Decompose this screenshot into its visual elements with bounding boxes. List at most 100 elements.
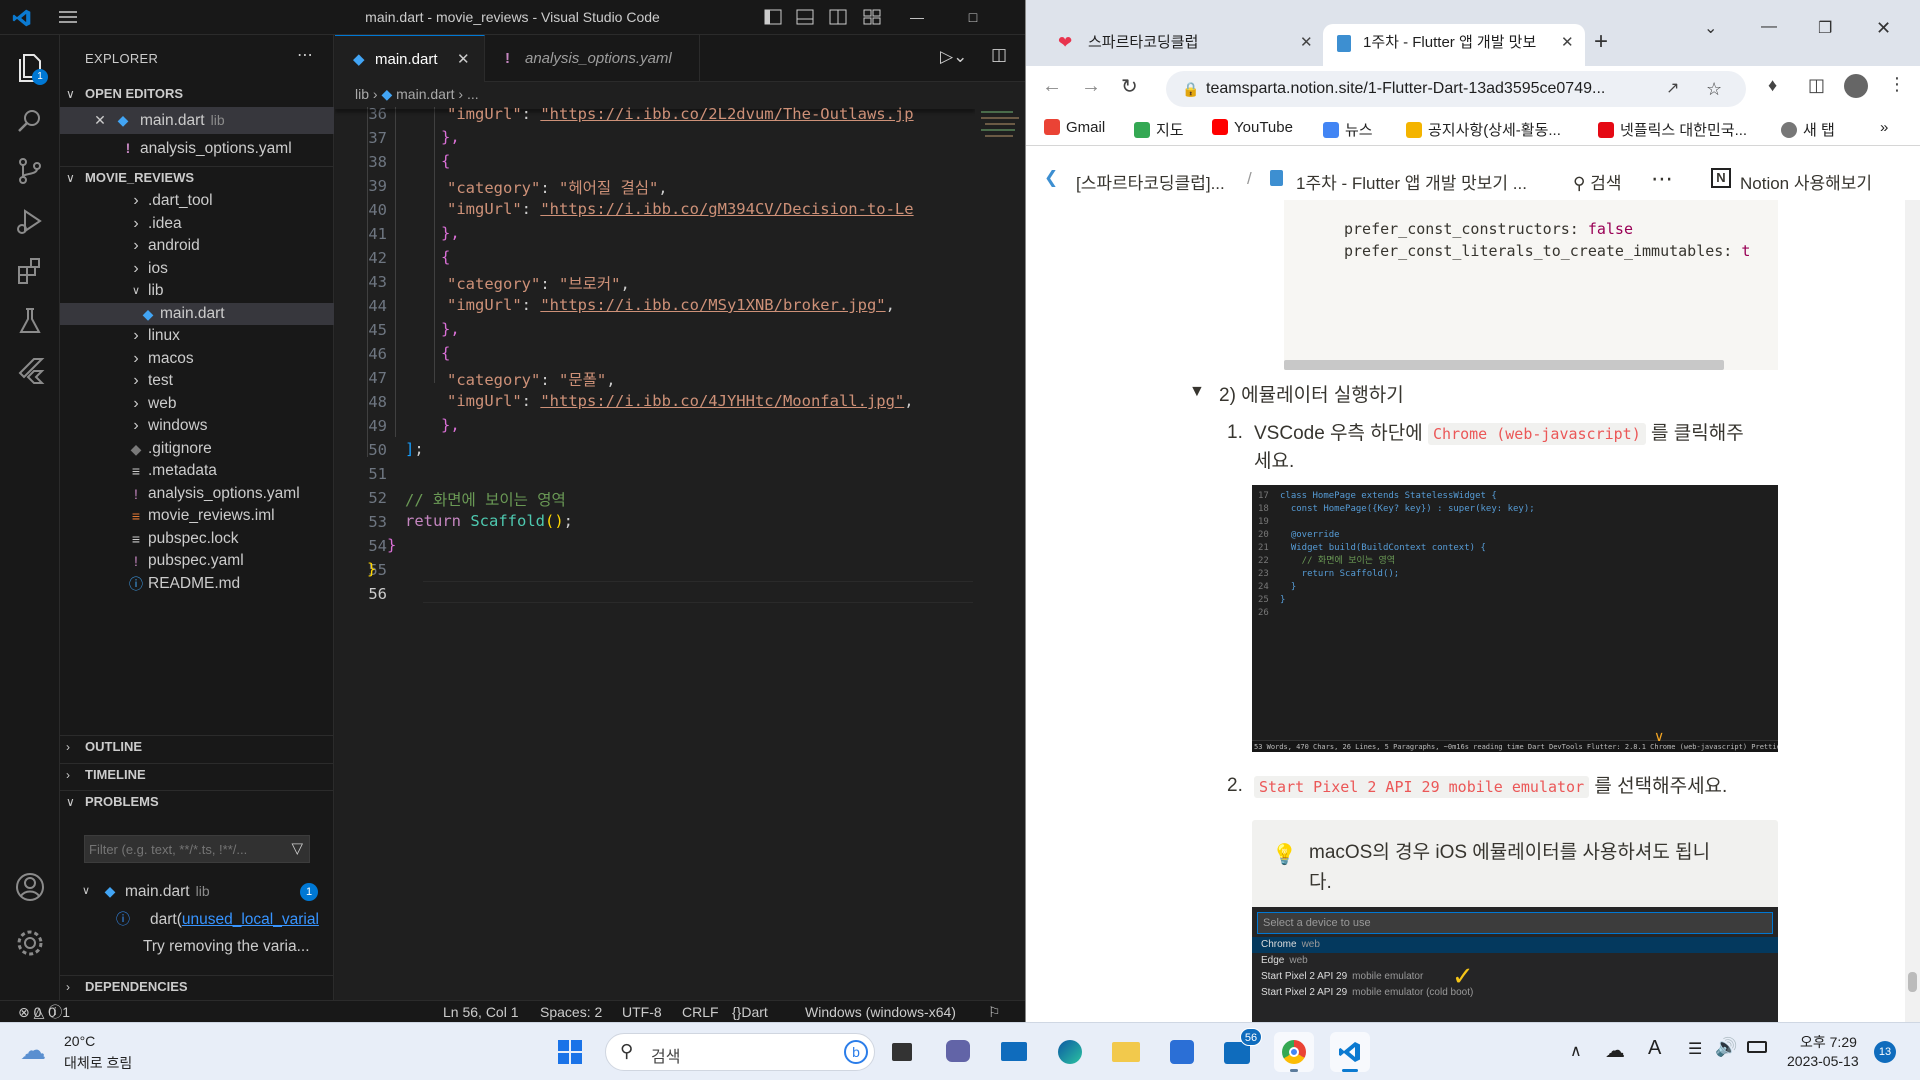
toggle-triangle-icon[interactable]: ▼ [1189,383,1205,401]
more-options-icon[interactable]: ⋯ [1651,166,1673,192]
more-actions-icon[interactable]: ⋯ [297,45,313,65]
timeline-section[interactable]: › TIMELINE [60,763,334,785]
weather-temp[interactable]: 20°C [64,1033,95,1049]
problem-file-row[interactable]: ∨ ◆ main.dart lib 1 [60,878,334,905]
folder-item[interactable]: › linux [60,325,334,347]
problem-item[interactable]: ⓘ dart(unused_local_varial [60,906,334,933]
minimap[interactable] [977,107,1025,1000]
problems-filter-input[interactable] [89,839,279,859]
more-bookmarks-icon[interactable]: » [1880,119,1888,136]
problem-code-link[interactable]: unused_local_varial [182,911,319,928]
run-icon[interactable]: ▷⌄ [940,47,967,67]
forward-icon[interactable]: → [1081,75,1101,98]
file-item[interactable]: ◆ main.dart [60,302,334,325]
encoding-status[interactable]: UTF-8 [622,1001,662,1023]
share-icon[interactable]: ↗ [1666,71,1679,107]
folder-item[interactable]: › ios [60,258,334,280]
scrollbar-thumb[interactable] [1908,972,1917,992]
close-icon[interactable]: ✕ [457,36,470,83]
notifications-icon[interactable]: ⚐ [988,1001,1001,1023]
ime-icon[interactable]: A [1648,1037,1661,1060]
file-item[interactable]: ≡ movie_reviews.iml [60,505,334,527]
testing-activity[interactable] [12,303,48,339]
close-tab-icon[interactable]: ✕ [1561,24,1574,62]
split-editor-icon[interactable]: ◫ [991,45,1007,65]
breadcrumb-item[interactable]: lib [355,86,369,102]
notification-count-badge[interactable]: 13 [1874,1041,1896,1063]
edge-button[interactable] [1050,1032,1090,1072]
open-editors-section[interactable]: ∨ OPEN EDITORS [60,83,334,105]
bookmark-news[interactable]: 뉴스 [1323,119,1373,140]
bookmark-maps[interactable]: 지도 [1134,119,1184,140]
manage-activity[interactable] [12,925,48,961]
file-item[interactable]: ≡ .metadata [60,460,334,482]
file-item[interactable]: ⓘ README.md [60,573,334,595]
try-notion-button[interactable]: Notion 사용해보기 [1740,169,1872,194]
horizontal-scrollbar[interactable] [1284,360,1724,370]
folder-item[interactable]: › .idea [60,213,334,235]
back-icon[interactable]: ← [1042,75,1062,98]
breadcrumb-item[interactable]: main.dart [396,86,454,102]
vscode-taskbar-button[interactable] [1330,1032,1370,1072]
minimize-icon[interactable]: — [1761,18,1777,36]
side-panel-icon[interactable]: ◫ [1808,75,1825,96]
page-scrollbar[interactable] [1905,200,1920,1022]
eol-status[interactable]: CRLF [682,1001,719,1023]
file-item[interactable]: ! pubspec.yaml [60,550,334,572]
problems-section[interactable]: ∨ PROBLEMS [60,790,334,812]
folder-item[interactable]: › android [60,235,334,257]
tab-main-dart[interactable]: ◆ main.dart ✕ [335,35,485,82]
restore-icon[interactable]: ❐ [1818,18,1832,38]
extensions-icon[interactable]: ♦ [1768,75,1777,96]
cursor-position[interactable]: Ln 56, Col 1 [443,1001,519,1023]
notion-breadcrumb-item[interactable]: 1주차 - Flutter 앱 개발 맛보기 ... [1296,169,1527,194]
code-editor[interactable]: 36 37 38 39 40 41 42 43 44 45 46 47 48 49 50 51 52 53 54 55… [335,107,975,1000]
device-status[interactable]: Windows (windows-x64) [805,1001,956,1023]
folder-item[interactable]: ∨ lib [60,280,334,302]
store-button[interactable] [1162,1032,1202,1072]
bookmark-youtube[interactable]: YouTube [1212,119,1293,136]
start-button[interactable] [550,1032,590,1072]
clock-date[interactable]: 2023-05-13 [1787,1053,1859,1069]
indentation-status[interactable]: Spaces: 2 [540,1001,602,1023]
maximize-icon[interactable]: □ [958,6,988,28]
address-bar[interactable]: 🔒 teamsparta.notion.site/1-Flutter-Dart-… [1166,71,1746,107]
mail-button[interactable] [994,1032,1034,1072]
minimize-icon[interactable]: — [902,6,932,28]
tab-search-icon[interactable]: ⌄ [1704,18,1717,38]
file-item[interactable]: ! analysis_options.yaml [60,483,334,505]
volume-icon[interactable]: 🔊 [1715,1037,1737,1058]
close-tab-icon[interactable]: ✕ [1300,24,1313,62]
onedrive-icon[interactable]: ☁ [1605,1038,1625,1063]
folder-item[interactable]: › macos [60,348,334,370]
dependencies-section[interactable]: › DEPENDENCIES [60,975,334,997]
bookmark-new-tab[interactable]: 새 탭 [1781,119,1835,140]
close-window-icon[interactable]: ✕ [1876,18,1891,39]
folder-item[interactable]: › windows [60,415,334,437]
source-control-activity[interactable] [12,153,48,189]
open-editor-item[interactable]: ! analysis_options.yaml [60,135,334,162]
run-debug-activity[interactable] [12,203,48,239]
close-icon[interactable]: ✕ [92,107,108,134]
toggle-secondary-sidebar-icon[interactable] [829,9,847,25]
outline-section[interactable]: › OUTLINE [60,735,334,757]
accounts-activity[interactable] [12,869,48,905]
tab-analysis-options[interactable]: ! analysis_options.yaml [485,35,700,82]
bookmark-star-icon[interactable]: ☆ [1706,71,1722,107]
open-editor-item[interactable]: ✕ ◆ main.dart lib [60,107,334,134]
teams-chat-button[interactable] [938,1032,978,1072]
file-item[interactable]: ◆ .gitignore [60,438,334,460]
folder-item[interactable]: › web [60,393,334,415]
folder-item[interactable]: › .dart_tool [60,190,334,212]
project-section[interactable]: ∨ MOVIE_REVIEWS [60,166,334,188]
notion-search[interactable]: ⚲ 검색 [1573,169,1621,194]
weather-desc[interactable]: 대체로 흐림 [64,1053,132,1073]
search-activity[interactable] [12,103,48,139]
language-status[interactable]: {} Dart [732,1001,768,1023]
toggle-panel-icon[interactable] [796,9,814,25]
chevron-up-icon[interactable]: ∧ [1570,1041,1582,1061]
task-view-button[interactable] [882,1032,922,1072]
chrome-tab[interactable]: ❤ 스파르타코딩클럽 ✕ [1046,24,1316,66]
explorer-activity[interactable]: 1 [12,49,48,85]
bookmark-gmail[interactable]: Gmail [1044,119,1105,136]
